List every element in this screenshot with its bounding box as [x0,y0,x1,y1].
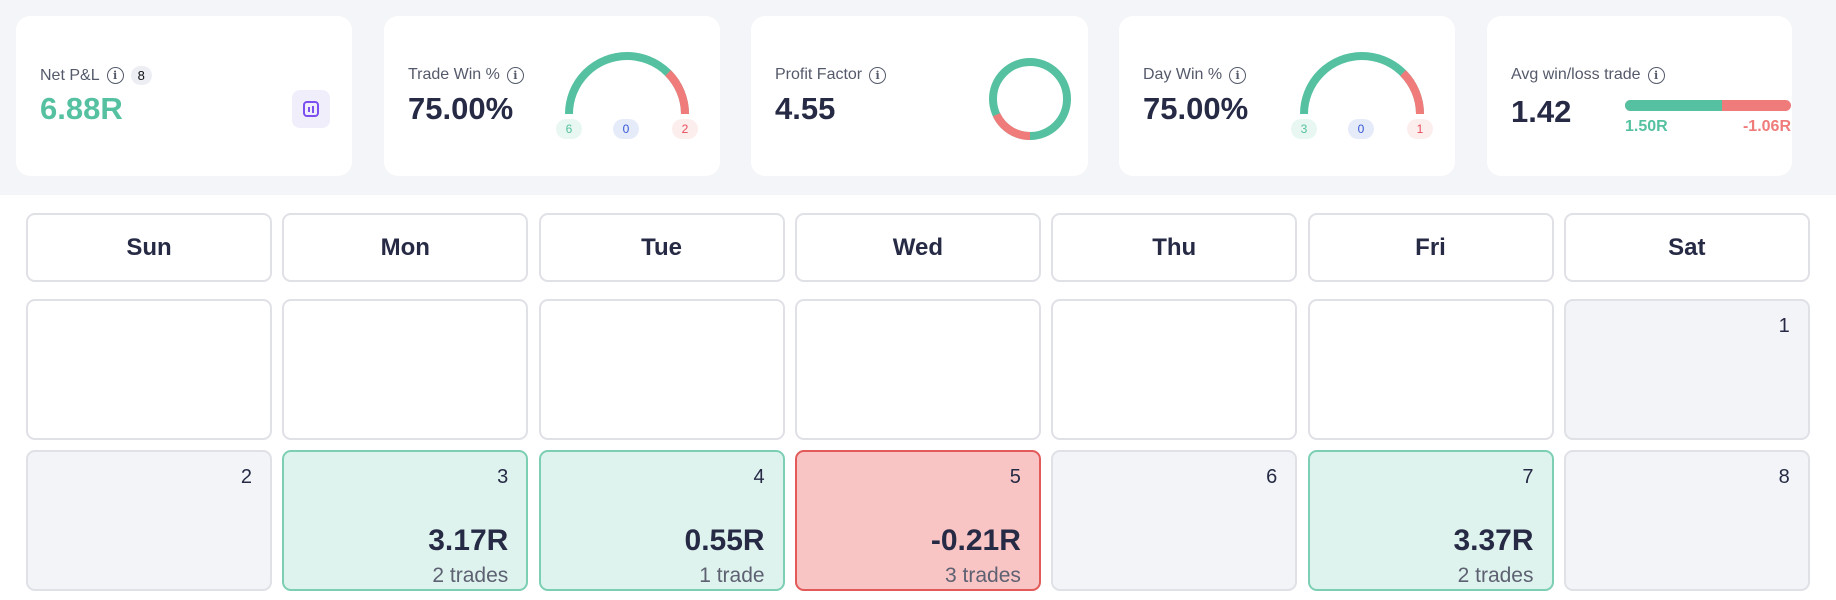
calendar-day-5[interactable]: 5 -0.21R 3 trades [794,450,1041,591]
calendar-empty-cell [26,299,272,440]
trade-count-badge: 8 [130,66,152,85]
info-icon[interactable]: i [869,66,887,84]
info-icon[interactable]: i [106,67,124,84]
weekday-header-tue: Tue [538,213,785,282]
calendar-day-1[interactable]: 1 [1563,299,1810,440]
profit-factor-ring [989,58,1071,140]
day-trade-count: 2 trades [1457,564,1534,587]
calendar-empty-cell [794,299,1041,440]
day-trade-count: 2 trades [432,564,509,587]
gauge-loss-arc [665,70,689,115]
weekday-header-sat: Sat [1563,213,1810,282]
day-win-label: Day Win % [1143,66,1223,83]
weekday-header-thu: Thu [1051,213,1298,282]
gauge-loss-arc [1400,70,1424,115]
weekday-header-wed: Wed [794,213,1041,282]
info-icon[interactable]: i [1647,66,1665,84]
profit-factor-value: 4.55 [775,91,836,126]
gauge-win-arc [565,52,689,115]
calendar-day-8[interactable]: 8 [1563,450,1810,591]
weekday-header-fri: Fri [1307,213,1554,282]
day-number: 8 [1778,466,1790,488]
trade-win-value: 75.00% [408,91,514,126]
net-pnl-value: 6.88R [40,91,123,126]
day-win-gauge [1300,52,1424,115]
trade-win-card: Trade Win % i 75.00% 6 0 2 [384,16,720,176]
calendar-day-6[interactable]: 6 [1051,450,1298,591]
calendar-day-2[interactable]: 2 [26,450,272,591]
profit-factor-card: Profit Factor i 4.55 [751,16,1088,176]
loss-count-pill: 1 [1407,119,1433,139]
breakeven-count-pill: 0 [1348,119,1374,139]
avg-win-loss-value: 1.42 [1511,94,1572,129]
calendar-day-3[interactable]: 3 3.17R 2 trades [282,450,529,591]
trade-win-label: Trade Win % [408,66,500,83]
win-portion [1625,100,1723,111]
day-number: 2 [240,466,252,488]
calendar-empty-cell [538,299,785,440]
calendar-empty-cell [282,299,529,440]
day-number: 5 [1009,466,1021,488]
net-pnl-label: Net P&L [40,66,100,84]
day-number: 6 [1266,466,1278,488]
win-count-pill: 3 [1291,119,1317,139]
day-number: 3 [497,466,509,488]
day-win-value: 75.00% [1143,91,1249,126]
loss-count-pill: 2 [672,119,698,139]
breakeven-count-pill: 0 [613,119,639,139]
day-pnl: -0.21R [930,524,1021,557]
day-pnl: 3.17R [428,524,509,557]
gauge-win-arc [1300,52,1424,115]
chart-icon[interactable] [292,90,330,128]
day-pnl: 3.37R [1453,524,1534,557]
day-win-card: Day Win % i 75.00% 3 0 1 [1119,16,1455,176]
avg-loss-value: -1.06R [1742,118,1791,135]
calendar-empty-cell [1051,299,1298,440]
calendar-day-4[interactable]: 4 0.55R 1 trade [538,450,785,591]
day-trade-count: 1 trade [699,564,765,587]
weekday-header-mon: Mon [282,213,529,282]
day-number: 1 [1778,315,1790,337]
avg-win-loss-card: Avg win/loss trade i 1.42 1.50R -1.06R [1487,16,1792,176]
win-count-pill: 6 [556,119,582,139]
weekday-header-sun: Sun [26,213,272,282]
day-number: 7 [1522,466,1534,488]
info-icon[interactable]: i [1229,66,1247,84]
win-loss-bar [1625,100,1791,111]
info-icon[interactable]: i [506,66,524,84]
avg-win-value: 1.50R [1625,118,1668,135]
profit-factor-label: Profit Factor [775,66,863,83]
avg-win-loss-label: Avg win/loss trade [1511,66,1641,83]
day-trade-count: 3 trades [945,564,1021,587]
calendar-day-7[interactable]: 7 3.37R 2 trades [1307,450,1554,591]
calendar-empty-cell [1307,299,1554,440]
day-number: 4 [753,466,765,488]
day-pnl: 0.55R [684,524,765,557]
trade-win-gauge [565,52,689,115]
net-pnl-card: Net P&L i 8 6.88R [16,16,352,176]
